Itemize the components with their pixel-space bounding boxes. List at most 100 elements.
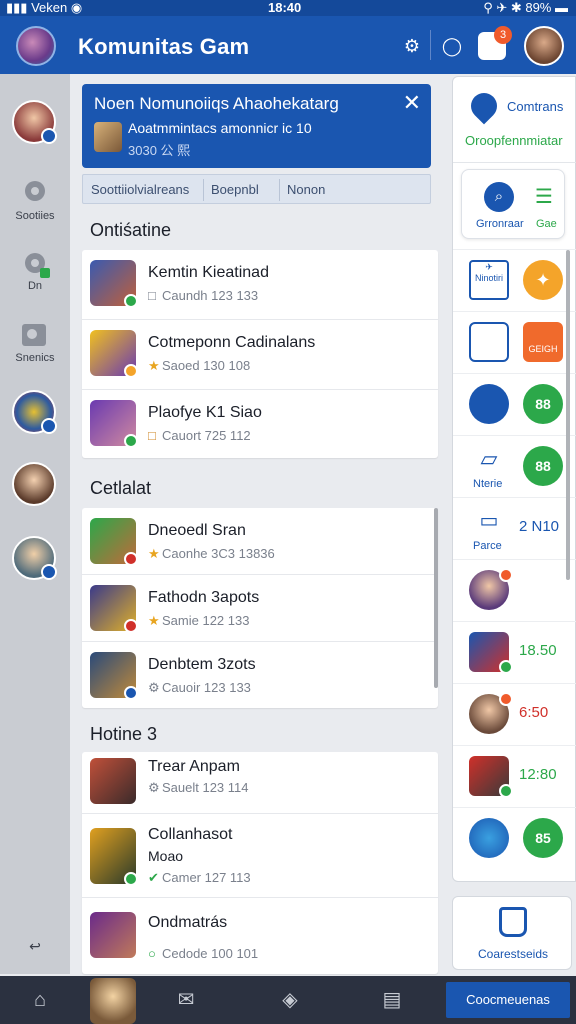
tab-3[interactable]: Nonon — [287, 182, 325, 197]
item-title: Cotmeponn Cadinalans — [148, 334, 316, 351]
banner-thumbnail — [94, 122, 122, 152]
rail-avatar-3[interactable] — [12, 462, 56, 506]
tab-1[interactable]: Soottiiolvialreans — [91, 182, 189, 197]
gear-icon[interactable] — [18, 174, 52, 208]
panel-row-value: 2 N10 — [519, 518, 560, 535]
feed-scrollbar[interactable] — [434, 508, 438, 688]
trophy-icon: ✈ Ninotiri — [469, 260, 509, 300]
chat-icon — [469, 384, 509, 424]
profile-avatar[interactable] — [524, 26, 564, 66]
panel-row[interactable] — [453, 559, 576, 621]
item-title: Kemtin Kieatinad — [148, 264, 269, 281]
rail-label-3: Snenics — [15, 352, 55, 364]
panel-row[interactable]: 85 — [453, 807, 576, 869]
section-title-2: Cetlalat — [90, 478, 152, 498]
section-card-1: Kemtin Kieatinad □ Caundh 123 133 Cotmepo… — [82, 250, 438, 458]
item-meta: □ Cauort 725 112 — [148, 428, 251, 443]
panel-row-label: Ninotiri — [474, 273, 503, 283]
game-thumbnail — [90, 400, 138, 448]
back-icon[interactable]: ↩ — [0, 938, 70, 955]
filter-tabs: Soottiiolvialreans Boepnbl Nonon — [82, 174, 431, 204]
notification-badge: 3 — [494, 26, 512, 44]
list-item[interactable]: Kemtin Kieatinad □ Caundh 123 133 — [82, 250, 438, 320]
item-title: Collanhasot — [148, 826, 233, 843]
panel-action-box[interactable]: ⌕ ☰ Grronraar Gae — [461, 169, 565, 239]
panel-subtitle: Oroopfennmiatar — [465, 133, 563, 148]
list-item[interactable]: Cotmeponn Cadinalans ★ Saoed 130 108 — [82, 320, 438, 390]
list-item[interactable]: Ondmatrás ○ Cedode 100 101 — [82, 898, 438, 974]
player-avatar — [469, 632, 513, 674]
gear-icon[interactable] — [18, 246, 52, 280]
app-logo[interactable] — [16, 26, 56, 66]
item-subtitle: Moao — [148, 848, 184, 864]
panel-row[interactable]: 88 — [453, 373, 576, 435]
badge-icon: ✦ — [523, 260, 563, 300]
tab-2[interactable]: Boepnbl — [211, 182, 259, 197]
search-icon[interactable]: ⌕ — [484, 182, 514, 212]
panel-row[interactable]: ▱ Nterie 88 — [453, 435, 576, 497]
photo-icon[interactable] — [18, 318, 52, 352]
section-card-2: Dneoedl Sran ★ Caonhe 3C3 13836 Fathodn 3… — [82, 508, 438, 708]
rail-label-1: Sootiies — [15, 210, 55, 222]
rail-avatar-4[interactable] — [12, 536, 57, 580]
carrier-label: ▮▮▮ Veken ◉ — [6, 0, 83, 15]
game-thumbnail — [90, 758, 136, 804]
panel-bottom-label: Coarestseids — [477, 947, 549, 961]
community-banner[interactable]: Noen Nomunoiiqs Ahaohekatarg ✕ Aoatmmint… — [82, 84, 431, 168]
panel-row-label: Parce — [473, 540, 502, 552]
mail-icon — [469, 322, 509, 362]
count-badge: 85 — [523, 818, 563, 858]
clock: 18:40 — [268, 0, 302, 15]
record-icon[interactable]: ◯ — [440, 34, 464, 58]
game-thumbnail — [90, 260, 138, 308]
section-card-3: Trear Anpam ⚙ Sauelt 123 114 Collanhasot … — [82, 752, 438, 974]
banner-meta: 3030 公 熙 — [128, 143, 191, 158]
list-item[interactable]: Denbtem 3zots ⚙ Cauoir 123 133 — [82, 642, 438, 708]
left-rail: Sootiies Dn Snenics ↩ — [0, 74, 70, 974]
shop-icon: GEIGH — [523, 322, 563, 362]
player-avatar — [469, 756, 513, 798]
camera-icon[interactable]: ◈ — [276, 988, 304, 1012]
panel-row[interactable]: ✈ Ninotiri ✦ — [453, 249, 576, 311]
item-meta: □ Caundh 123 133 — [148, 288, 259, 303]
item-title: Dneoedl Sran — [148, 522, 246, 539]
item-meta: ✔ Camer 127 113 — [148, 870, 251, 885]
panel-row[interactable]: ▭ Parce 2 N10 — [453, 497, 576, 559]
message-icon[interactable]: ✉ — [172, 988, 200, 1012]
panel-row[interactable]: 18.50 — [453, 621, 576, 683]
banner-title: Noen Nomunoiiqs Ahaohekatarg — [94, 94, 339, 113]
panel-action-label-2: Gae — [536, 218, 557, 230]
count-badge: 88 — [523, 446, 563, 486]
panel-row[interactable]: 6:50 — [453, 683, 576, 745]
list-item[interactable]: Collanhasot Moao ✔ Camer 127 113 — [82, 814, 438, 898]
list-item[interactable]: Dneoedl Sran ★ Caonhe 3C3 13836 — [82, 508, 438, 575]
close-icon[interactable]: ✕ — [403, 90, 421, 116]
list-item[interactable]: Plaofye K1 Siao □ Cauort 725 112 — [82, 390, 438, 458]
player-avatar — [469, 692, 513, 734]
panel-row[interactable]: 12:80 — [453, 745, 576, 807]
player-avatar — [469, 568, 513, 610]
panel-title: Comtrans — [507, 99, 564, 114]
item-meta: ⚙ Sauelt 123 114 — [148, 780, 249, 795]
main-feed: Noen Nomunoiiqs Ahaohekatarg ✕ Aoatmmint… — [70, 74, 452, 974]
nav-avatar[interactable] — [90, 978, 136, 1024]
panel-row-label: Nterie — [473, 478, 503, 490]
panel-header: Comtrans Oroopfennmiatar — [453, 77, 576, 163]
menu-icon[interactable]: ☰ — [532, 182, 556, 212]
tab-community[interactable]: Coocmeuenas — [446, 982, 570, 1018]
inbox-icon[interactable]: ▤ — [378, 988, 406, 1012]
panel-bottom-button[interactable]: Coarestseids — [452, 896, 572, 970]
list-item[interactable]: Trear Anpam ⚙ Sauelt 123 114 — [82, 752, 438, 814]
rail-avatar-2[interactable] — [12, 390, 57, 434]
list-item[interactable]: Fathodn 3apots ★ Samie 122 133 — [82, 575, 438, 642]
section-title-1: Ontiśatine — [90, 220, 172, 240]
game-thumbnail — [90, 652, 138, 700]
panel-scrollbar[interactable] — [566, 250, 570, 580]
settings-icon[interactable]: ⚙ — [400, 34, 424, 58]
panel-row[interactable]: GEIGH — [453, 311, 576, 373]
rail-avatar-1[interactable] — [12, 100, 57, 144]
location-pin-icon — [465, 87, 503, 125]
home-icon[interactable]: ⌂ — [26, 988, 54, 1012]
item-title: Ondmatrás — [148, 914, 228, 931]
battery-label: ⚲ ✈ ✱ 89% ▬ — [483, 0, 568, 15]
